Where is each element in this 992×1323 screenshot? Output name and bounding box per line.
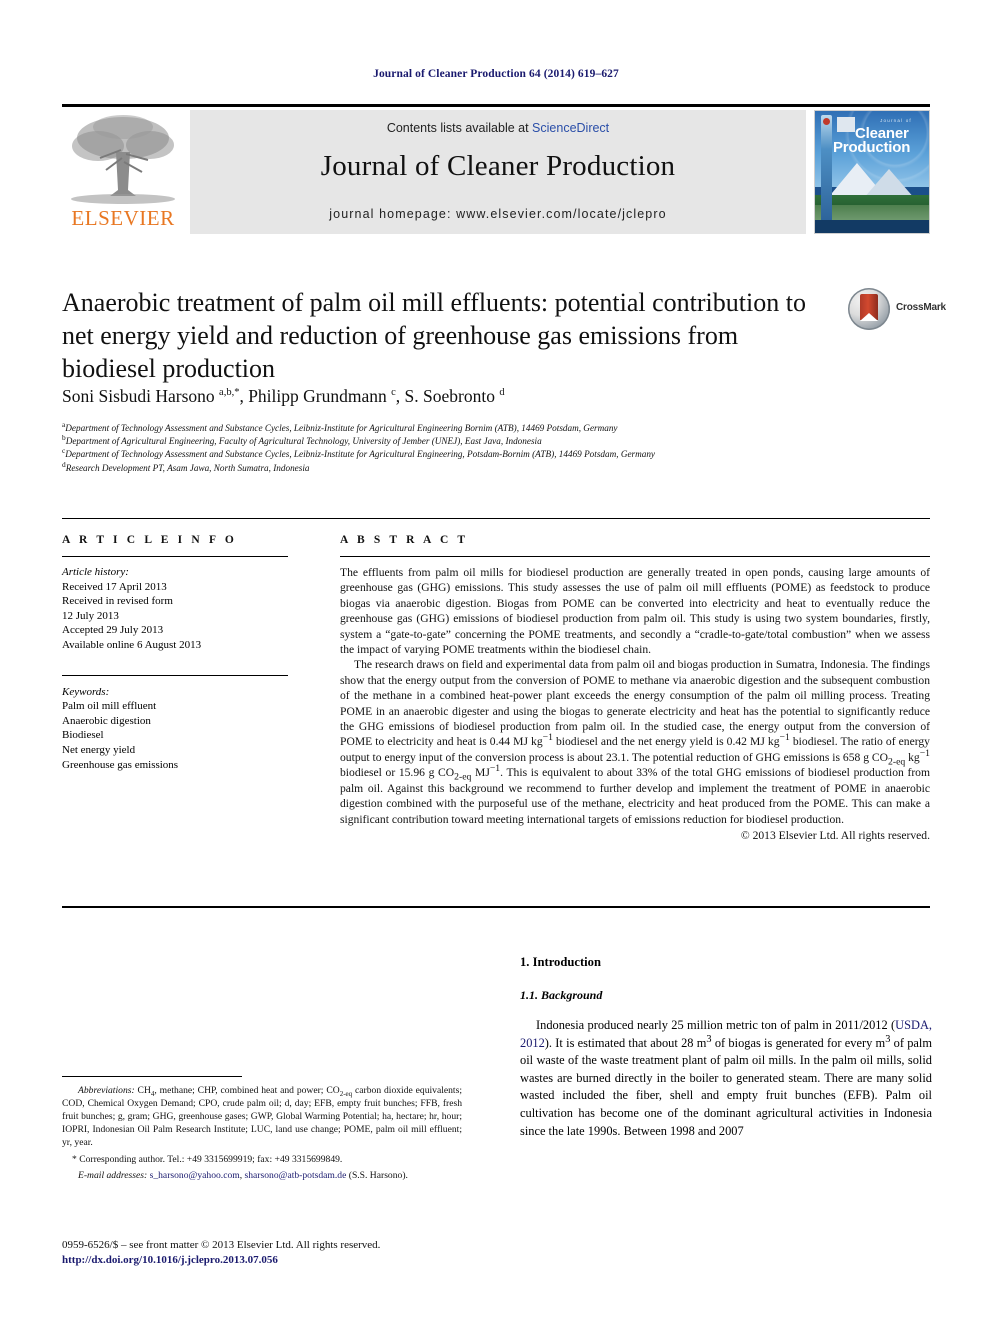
page-footer: 0959-6526/$ – see front matter © 2013 El… (62, 1238, 522, 1268)
article-page: Journal of Cleaner Production 64 (2014) … (0, 0, 992, 1323)
article-history-label: Article history: (62, 566, 129, 578)
contents-prefix: Contents lists available at (386, 121, 533, 135)
affiliation-b: bDepartment of Agricultural Engineering,… (62, 434, 892, 448)
masthead-center-panel: Contents lists available at ScienceDirec… (190, 110, 806, 234)
page-title: Anaerobic treatment of palm oil mill eff… (62, 288, 806, 383)
elsevier-logo: ELSEVIER (62, 110, 184, 234)
journal-homepage-link[interactable]: journal homepage: www.elsevier.com/locat… (190, 207, 806, 221)
affiliation-c: cDepartment of Technology Assessment and… (62, 447, 892, 461)
elsevier-wordmark: ELSEVIER (71, 206, 175, 230)
doi-link[interactable]: http://dx.doi.org/10.1016/j.jclepro.2013… (62, 1253, 522, 1268)
corresponding-author-note: * Corresponding author. Tel.: +49 331569… (72, 1154, 343, 1165)
cover-publisher-box (837, 117, 855, 132)
introduction-paragraph: Indonesia produced nearly 25 million met… (520, 1018, 933, 1138)
crossmark-notch-icon (860, 313, 878, 321)
cover-footer-bar (815, 220, 929, 233)
affiliation-text-b: Department of Agricultural Engineering, … (65, 436, 542, 447)
introduction-section: 1. Introduction 1.1. Background Indonesi… (520, 955, 932, 1140)
affiliation-text-c: Department of Technology Assessment and … (65, 449, 656, 460)
email-owner: (S.S. Harsono). (348, 1170, 408, 1181)
cover-title-line2: Production (833, 139, 911, 156)
abstract-heading: A B S T R A C T (340, 534, 469, 546)
article-history-item: Accepted 29 July 2013 (62, 624, 164, 637)
keywords-label: Keywords: (62, 685, 110, 698)
footnote-rule (62, 1076, 242, 1077)
introduction-heading: 1. Introduction (520, 955, 601, 969)
article-info-divider (62, 556, 288, 557)
cover-water (815, 205, 929, 221)
keywords-divider (62, 674, 288, 676)
article-info-heading: A R T I C L E I N F O (62, 534, 237, 546)
abstract-divider (340, 556, 930, 557)
affiliation-a: aDepartment of Technology Assessment and… (62, 421, 892, 435)
keyword-item: Net energy yield (62, 743, 136, 756)
email-link-1[interactable]: s_harsono@yahoo.com (150, 1170, 240, 1181)
issn-line: 0959-6526/$ – see front matter © 2013 El… (62, 1239, 381, 1251)
article-history-item: Received in revised form (62, 595, 173, 608)
keyword-item: Greenhouse gas emissions (62, 758, 179, 771)
abbreviations-note: Abbreviations: CH4, methane; CHP, combin… (62, 1085, 462, 1148)
cover-dot-icon (823, 118, 830, 125)
journal-cover-thumbnail: Journal of Cleaner Production (814, 110, 930, 234)
contents-available-line: Contents lists available at ScienceDirec… (190, 121, 806, 135)
article-history-item: 12 July 2013 (62, 609, 119, 622)
cover-journal-of-label: Journal of (880, 118, 912, 123)
abstract-paragraph-2: The research draws on field and experime… (340, 658, 930, 826)
affiliation-list: aDepartment of Technology Assessment and… (62, 421, 892, 475)
cover-mountain (821, 159, 929, 199)
footnote-block: Abbreviations: CH4, methane; CHP, combin… (62, 1084, 462, 1182)
article-info-column: A R T I C L E I N F O Article history: R… (62, 534, 288, 772)
article-history-item: Available online 6 August 2013 (62, 638, 202, 651)
affiliation-d: dResearch Development PT, Asam Jawa, Nor… (62, 460, 892, 475)
background-subheading: 1.1. Background (520, 988, 603, 1002)
abstract-block-top-rule (62, 518, 930, 519)
email-addresses-note: E-mail addresses: s_harsono@yahoo.com, s… (78, 1170, 408, 1181)
keywords-block: Keywords: Palm oil mill effluent Anaerob… (62, 685, 288, 773)
keyword-item: Palm oil mill effluent (62, 700, 157, 713)
abstract-column: A B S T R A C T The effluents from palm … (340, 534, 930, 843)
running-head: Journal of Cleaner Production 64 (2014) … (373, 68, 619, 80)
crossmark-badge[interactable]: CrossMark (848, 288, 946, 332)
elsevier-tree-icon (71, 115, 175, 204)
abstract-body: The effluents from palm oil mills for bi… (340, 565, 930, 843)
email-label: E-mail addresses: (78, 1170, 148, 1181)
crossmark-label: CrossMark (896, 302, 946, 313)
crossmark-circle-icon (848, 288, 890, 330)
affiliation-text-a: Department of Technology Assessment and … (65, 423, 618, 433)
abstract-paragraph-1: The effluents from palm oil mills for bi… (340, 566, 930, 657)
keyword-item: Biodiesel (62, 729, 104, 742)
keyword-item: Anaerobic digestion (62, 714, 151, 727)
sciencedirect-link[interactable]: ScienceDirect (532, 121, 609, 135)
affiliation-text-d: Research Development PT, Asam Jawa, Nort… (65, 462, 310, 473)
abstract-copyright: © 2013 Elsevier Ltd. All rights reserved… (740, 828, 930, 842)
email-link-2[interactable]: sharsono@atb-potsdam.de (245, 1170, 347, 1181)
cover-spine-strip (821, 115, 832, 229)
masthead-top-rule (62, 104, 930, 107)
author-list: Soni Sisbudi Harsono a,b,*, Philipp Grun… (62, 386, 505, 406)
article-history-item: Received 17 April 2013 (62, 580, 167, 593)
journal-title: Journal of Cleaner Production (320, 150, 676, 182)
journal-masthead: ELSEVIER Contents lists available at Sci… (62, 110, 930, 234)
abstract-block-bottom-rule (62, 906, 930, 908)
